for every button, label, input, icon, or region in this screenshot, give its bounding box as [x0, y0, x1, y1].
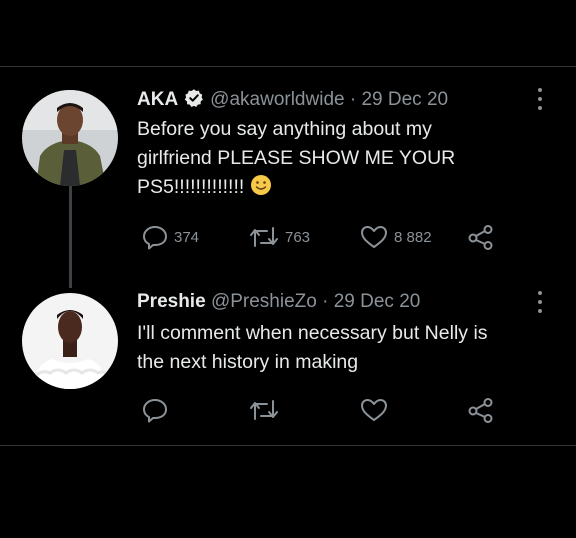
tweet-text-line: PS5!!!!!!!!!!!!! — [137, 173, 547, 205]
avatar-aka[interactable] — [22, 90, 118, 186]
tweet-header: AKA @akaworldwide · 29 Dec 20 — [137, 88, 448, 114]
like-button[interactable]: 8 882 — [359, 224, 432, 250]
like-icon — [361, 226, 387, 248]
tweet-text: I'll comment when necessary but Nelly is… — [137, 319, 547, 377]
tweet-text-line: Before you say anything about my — [137, 118, 432, 140]
like-count: 8 882 — [394, 228, 432, 246]
reply-button[interactable] — [141, 397, 169, 423]
share-icon — [468, 225, 493, 250]
retweet-icon — [250, 227, 278, 247]
tweet-text-line: I'll comment when necessary but Nelly is — [137, 322, 488, 344]
retweet-button[interactable]: 763 — [248, 224, 310, 250]
bottom-divider — [0, 445, 576, 446]
handle[interactable]: @akaworldwide — [210, 89, 344, 110]
tweet-date[interactable]: 29 Dec 20 — [361, 89, 448, 110]
reply-icon — [143, 226, 167, 250]
retweet-button[interactable] — [248, 397, 280, 423]
tweet-date[interactable]: 29 Dec 20 — [334, 291, 421, 312]
share-button[interactable] — [466, 224, 496, 250]
verified-badge-icon — [184, 88, 204, 114]
top-divider — [0, 66, 576, 67]
reply-icon — [143, 399, 167, 423]
reply-button[interactable]: 374 — [141, 224, 199, 250]
retweet-count: 763 — [285, 228, 311, 246]
tweet-text-line: girlfriend PLEASE SHOW ME YOUR — [137, 147, 456, 169]
display-name[interactable]: Preshie — [137, 291, 206, 312]
smiling-face-emoji — [250, 174, 272, 205]
tweet-text-line: the next history in making — [137, 351, 359, 373]
tweet-text: Before you say anything about my girlfri… — [137, 115, 547, 205]
more-icon[interactable] — [535, 291, 545, 317]
handle[interactable]: @PreshieZo — [211, 291, 317, 312]
separator: · — [349, 89, 357, 110]
share-icon — [468, 398, 493, 423]
tweet-header: Preshie @PreshieZo · 29 Dec 20 — [137, 291, 420, 313]
separator: · — [322, 291, 329, 312]
share-button[interactable] — [466, 397, 496, 423]
like-icon — [361, 399, 387, 421]
reply-count: 374 — [174, 228, 200, 246]
more-icon[interactable] — [535, 88, 545, 114]
retweet-icon — [250, 400, 278, 420]
thread-connector-line — [69, 178, 72, 288]
like-button[interactable] — [359, 397, 389, 423]
avatar-preshie[interactable] — [22, 293, 118, 389]
display-name[interactable]: AKA — [137, 89, 178, 110]
